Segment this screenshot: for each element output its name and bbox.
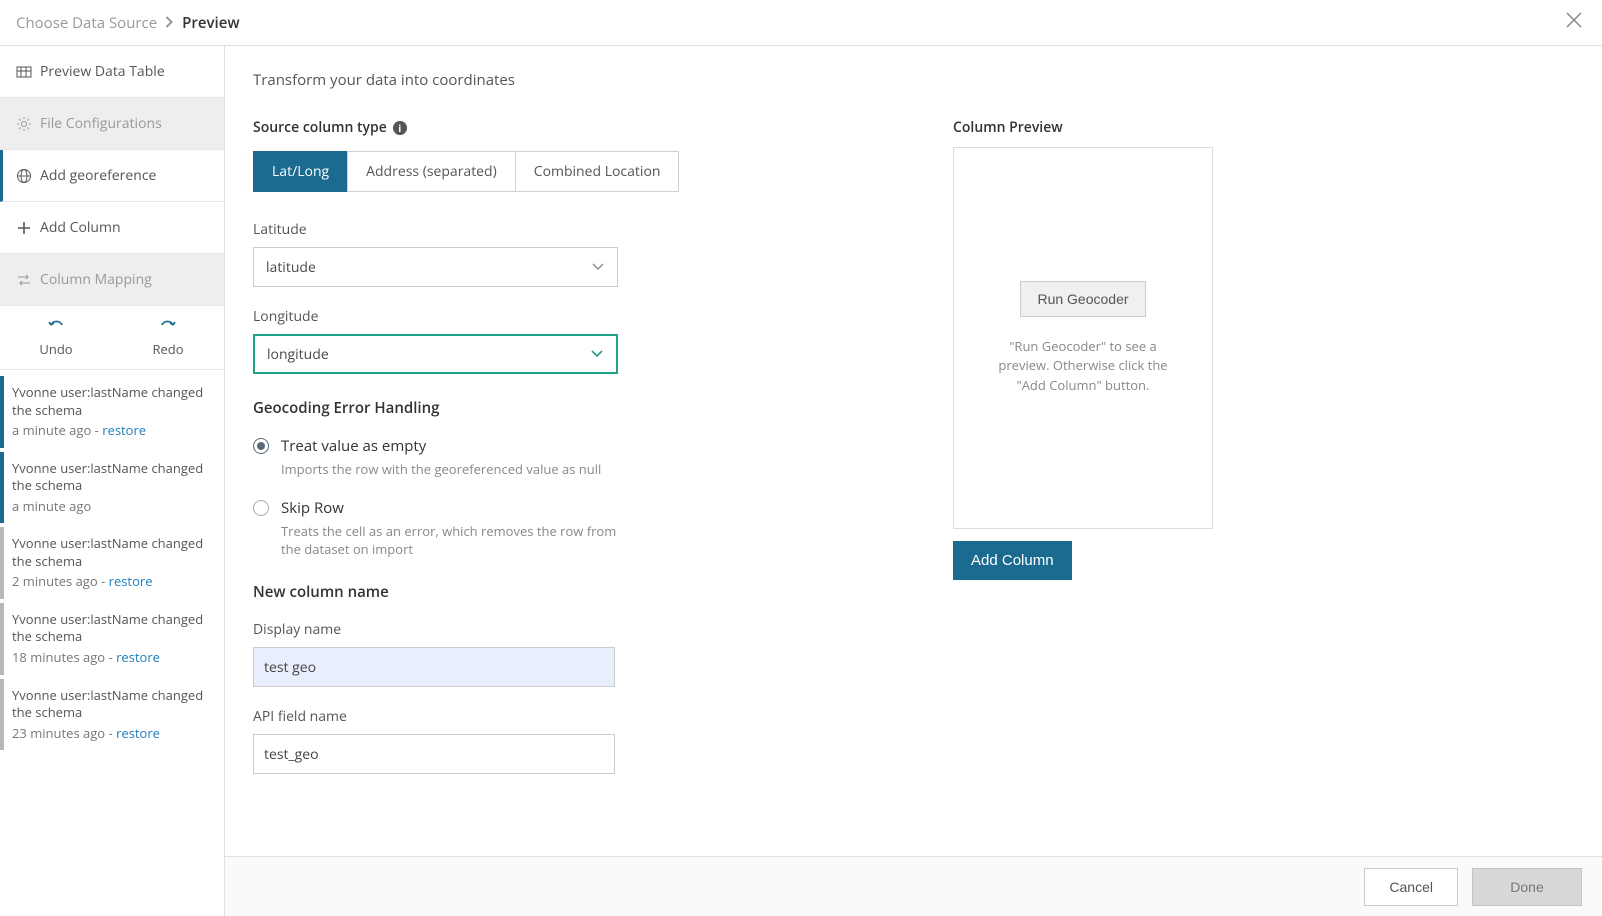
history-restore-link[interactable]: restore [109,572,153,590]
breadcrumb-choose-data-source[interactable]: Choose Data Source [16,13,157,33]
page-subtitle: Transform your data into coordinates [253,70,1574,90]
radio-skip-row[interactable]: Skip Row Treats the cell as an error, wh… [253,498,893,558]
history-text: Yvonne user:lastName changed the schema [12,687,212,722]
breadcrumb-preview: Preview [182,13,239,33]
chevron-down-icon [590,345,604,364]
header: Choose Data Source Preview [0,0,1602,46]
tab-address-separated[interactable]: Address (separated) [347,151,516,192]
history-time: 2 minutes ago [12,572,98,590]
undo-button[interactable]: Undo [0,306,112,369]
display-name-input[interactable] [253,647,615,687]
gear-icon [16,116,32,132]
history-time: 18 minutes ago [12,648,105,666]
sidebar-item-add-column[interactable]: Add Column [0,202,224,254]
history-item: Yvonne user:lastName changed the schema … [0,603,224,675]
history-time: 23 minutes ago [12,724,105,742]
history-item: Yvonne user:lastName changed the schema … [0,527,224,599]
column-preview-label: Column Preview [953,118,1213,137]
plus-icon [16,220,32,236]
globe-icon [16,168,32,184]
api-field-name-input[interactable] [253,734,615,774]
sidebar-item-label: Add georeference [40,166,156,185]
sidebar-item-label: Column Mapping [40,270,152,289]
sidebar-item-file-configurations[interactable]: File Configurations [0,98,224,150]
history-time: a minute ago [12,421,91,439]
undo-label: Undo [39,340,72,358]
latitude-select[interactable]: latitude [253,247,618,287]
redo-button[interactable]: Redo [112,306,224,369]
footer: Cancel Done [225,856,1602,916]
latitude-value: latitude [266,258,316,277]
history-text: Yvonne user:lastName changed the schema [12,535,212,570]
history-text: Yvonne user:lastName changed the schema [12,611,212,646]
geocoding-error-handling-label: Geocoding Error Handling [253,398,893,418]
undo-icon [47,317,65,336]
display-name-label: Display name [253,620,893,639]
radio-help: Treats the cell as an error, which remov… [281,522,621,558]
info-icon[interactable]: i [393,121,407,135]
redo-label: Redo [152,340,183,358]
sidebar-item-label: Add Column [40,218,121,237]
tab-combined-location[interactable]: Combined Location [515,151,680,192]
radio-icon[interactable] [253,438,269,454]
radio-help: Imports the row with the georeferenced v… [281,460,601,478]
undo-redo-bar: Undo Redo [0,306,224,370]
sidebar-item-preview-data-table[interactable]: Preview Data Table [0,46,224,98]
history-list: Yvonne user:lastName changed the schema … [0,370,224,760]
close-button[interactable] [1564,10,1588,34]
add-column-button[interactable]: Add Column [953,541,1072,580]
api-field-name-label: API field name [253,707,893,726]
history-item: Yvonne user:lastName changed the schema … [0,376,224,448]
redo-icon [159,317,177,336]
radio-label: Treat value as empty [281,436,601,456]
radio-icon[interactable] [253,500,269,516]
longitude-select[interactable]: longitude [253,334,618,374]
sidebar: Preview Data Table File Configurations A… [0,46,225,916]
history-restore-link[interactable]: restore [116,648,160,666]
sidebar-item-add-georeference[interactable]: Add georeference [0,150,224,202]
history-restore-link[interactable]: restore [116,724,160,742]
longitude-label: Longitude [253,307,893,326]
latitude-label: Latitude [253,220,893,239]
column-preview-box: Run Geocoder "Run Geocoder" to see a pre… [953,147,1213,529]
breadcrumb: Choose Data Source Preview [16,13,240,33]
sidebar-item-label: Preview Data Table [40,62,165,81]
history-time: a minute ago [12,497,91,515]
longitude-value: longitude [267,345,329,364]
source-column-type-label: Source column type i [253,118,893,137]
tab-lat-long[interactable]: Lat/Long [253,151,348,192]
history-restore-link[interactable]: restore [102,421,146,439]
table-icon [16,64,32,80]
history-item: Yvonne user:lastName changed the schema … [0,679,224,751]
chevron-right-icon [165,13,174,33]
chevron-down-icon [591,258,605,277]
source-type-tabs: Lat/Long Address (separated) Combined Lo… [253,151,893,192]
new-column-name-label: New column name [253,582,893,602]
history-item: Yvonne user:lastName changed the schema … [0,452,224,524]
radio-treat-empty[interactable]: Treat value as empty Imports the row wit… [253,436,893,478]
radio-label: Skip Row [281,498,621,518]
history-text: Yvonne user:lastName changed the schema [12,460,212,495]
done-button[interactable]: Done [1472,868,1582,906]
preview-help-text: "Run Geocoder" to see a preview. Otherwi… [993,337,1173,396]
history-text: Yvonne user:lastName changed the schema [12,384,212,419]
cancel-button[interactable]: Cancel [1364,868,1458,906]
sidebar-item-label: File Configurations [40,114,162,133]
run-geocoder-button[interactable]: Run Geocoder [1020,281,1145,317]
main-panel: Transform your data into coordinates Sou… [225,46,1602,916]
swap-icon [16,272,32,288]
sidebar-item-column-mapping[interactable]: Column Mapping [0,254,224,306]
